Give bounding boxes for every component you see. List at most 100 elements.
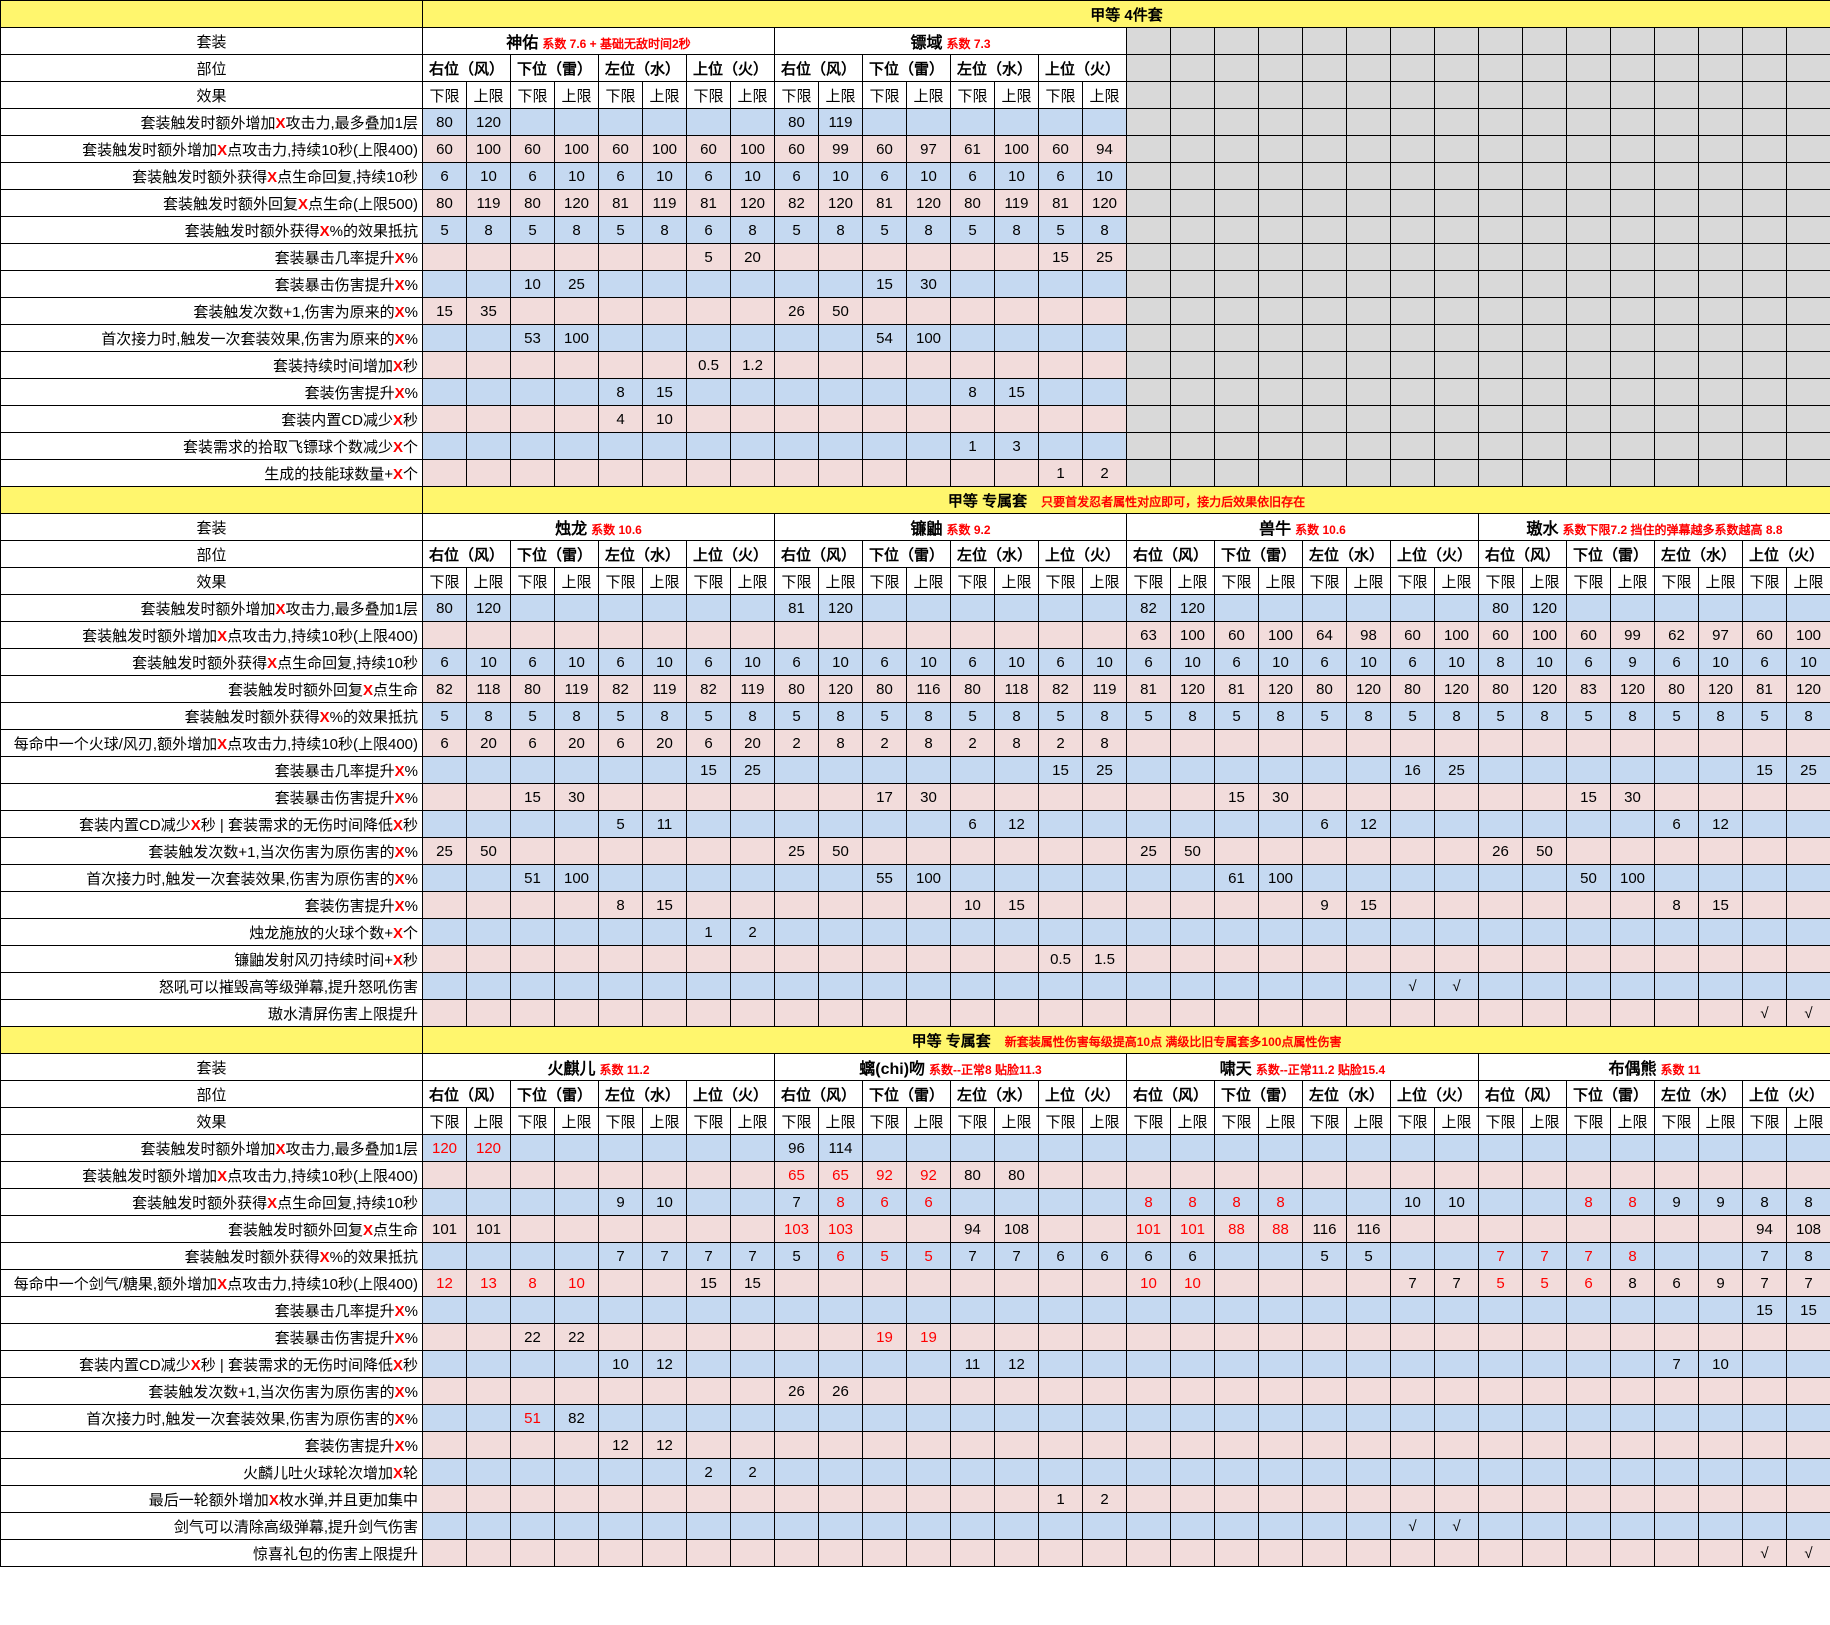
value-cell (1038, 297, 1083, 325)
value-cell (598, 1512, 643, 1540)
value-cell (1785, 864, 1830, 892)
value-cell (1038, 351, 1083, 379)
value-cell: 15 (1038, 243, 1083, 271)
value-cell (598, 1539, 643, 1567)
effect-text-post: 点攻击力,持续10秒(上限400) (227, 141, 418, 159)
empty-cell (1742, 108, 1787, 136)
value-cell (1038, 837, 1083, 865)
upper-bound-header: 上限 (1258, 567, 1303, 595)
value-cell: 10 (1434, 648, 1479, 676)
empty-cell (1785, 189, 1830, 217)
effect-label: 套装触发时额外增加X攻击力,最多叠加1层 (0, 108, 423, 136)
section-title: 甲等 4件套 (1090, 6, 1163, 24)
value-cell (554, 1377, 599, 1405)
empty-cell (1346, 405, 1391, 433)
variable-x-marker: X (394, 1437, 405, 1455)
value-cell (510, 1512, 555, 1540)
value-cell: 100 (1522, 621, 1567, 649)
effect-text-pre: 首次接力时,触发一次套装效果,伤害为原伤害的 (86, 1410, 395, 1428)
value-cell (994, 594, 1039, 622)
value-cell: 15 (862, 270, 907, 298)
value-cell (1390, 999, 1435, 1027)
value-cell (994, 1512, 1039, 1540)
value-cell: 6 (1654, 1269, 1699, 1297)
value-cell (1566, 891, 1611, 919)
value-cell: 119 (1082, 675, 1127, 703)
empty-cell (1258, 297, 1303, 325)
value-cell: 11 (950, 1350, 995, 1378)
value-cell (1082, 621, 1127, 649)
value-cell (1478, 1431, 1523, 1459)
empty-cell (1390, 135, 1435, 163)
value-cell (950, 243, 995, 271)
value-cell: 12 (598, 1431, 643, 1459)
empty-cell (1214, 135, 1259, 163)
empty-cell (1478, 54, 1523, 82)
effect-row: 首次接力时,触发一次套装效果,伤害为原伤害的X% 51 100 55 100 61 100 5… (0, 864, 1830, 892)
value-cell: 80 (1654, 675, 1699, 703)
value-cell: 26 (1478, 837, 1523, 865)
value-cell (1566, 1404, 1611, 1432)
effect-text-pre: 套装触发时额外获得 (132, 654, 268, 672)
empty-cell (1214, 324, 1259, 352)
value-cell (1170, 1377, 1215, 1405)
value-cell (950, 1539, 995, 1567)
value-cell (642, 972, 687, 1000)
value-cell (862, 1431, 907, 1459)
lower-bound-header: 下限 (422, 1107, 467, 1135)
value-cell: 120 (1346, 675, 1391, 703)
value-cell (510, 432, 555, 460)
value-cell: 81 (1214, 675, 1259, 703)
variable-x-marker: X (217, 141, 228, 159)
empty-cell (1346, 324, 1391, 352)
value-cell (1698, 756, 1743, 784)
value-cell (950, 783, 995, 811)
empty-cell (1390, 459, 1435, 487)
value-cell (422, 918, 467, 946)
value-cell (510, 1458, 555, 1486)
empty-cell (1522, 432, 1567, 460)
upper-bound-header: 上限 (906, 1107, 951, 1135)
empty-cell (1698, 378, 1743, 406)
value-cell (1214, 972, 1259, 1000)
empty-cell (1346, 162, 1391, 190)
value-cell (862, 1539, 907, 1567)
value-cell (994, 459, 1039, 487)
value-cell (1390, 1215, 1435, 1243)
value-cell (1566, 918, 1611, 946)
effect-text-post: 个 (402, 465, 418, 483)
value-cell (422, 1242, 467, 1270)
empty-cell (1742, 432, 1787, 460)
effect-label: 火麟儿吐火球轮次增加X轮 (0, 1458, 423, 1486)
upper-bound-header: 上限 (1698, 567, 1743, 595)
value-cell: 120 (1610, 675, 1655, 703)
empty-cell (1170, 459, 1215, 487)
value-cell: 120 (1082, 189, 1127, 217)
value-cell: 50 (818, 297, 863, 325)
value-cell (422, 1377, 467, 1405)
value-cell (686, 297, 731, 325)
value-cell: 5 (1126, 702, 1171, 730)
value-cell (774, 405, 819, 433)
variable-x-marker: X (267, 168, 278, 186)
value-cell: 35 (466, 297, 511, 325)
upper-bound-header: 上限 (1522, 567, 1567, 595)
value-cell (1346, 729, 1391, 757)
value-cell (1038, 405, 1083, 433)
value-cell: 81 (774, 594, 819, 622)
value-cell: 8 (554, 702, 599, 730)
effect-label: 套装暴击伤害提升X% (0, 783, 423, 811)
value-cell (686, 1377, 731, 1405)
value-cell (466, 405, 511, 433)
effect-row: 套装触发次数+1,伤害为原来的X% 15 35 26 50 (0, 297, 1830, 325)
value-cell: 8 (1214, 1188, 1259, 1216)
effect-text-pre: 套装触发时额外增加 (82, 627, 218, 645)
value-cell (1258, 972, 1303, 1000)
value-cell (1522, 729, 1567, 757)
value-cell: 8 (1170, 1188, 1215, 1216)
empty-cell (1654, 324, 1699, 352)
value-cell (510, 621, 555, 649)
empty-cell (1478, 378, 1523, 406)
value-cell: 120 (1170, 675, 1215, 703)
value-cell (818, 810, 863, 838)
